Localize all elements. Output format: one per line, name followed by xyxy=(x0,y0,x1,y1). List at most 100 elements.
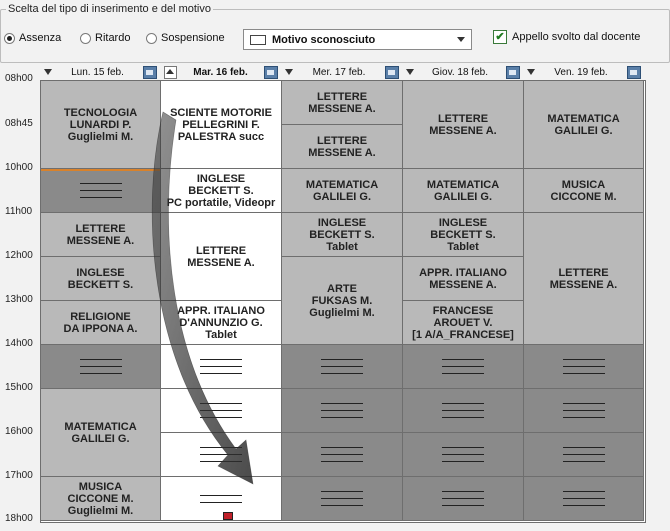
empty-slot[interactable] xyxy=(402,388,524,433)
lesson-teacher: CICCONE M. xyxy=(550,190,617,203)
empty-slot[interactable] xyxy=(523,344,644,389)
radio-assenza[interactable]: Assenza xyxy=(4,32,61,44)
radio-unselected-icon xyxy=(80,32,91,44)
lesson-lettere[interactable]: LETTERE MESSENE A. xyxy=(402,80,524,169)
lesson-subject: LETTERE xyxy=(195,244,247,257)
empty-slot[interactable] xyxy=(40,344,161,389)
lesson-teacher: FUKSAS M. xyxy=(311,294,373,307)
checkmark-icon: ✔ xyxy=(493,30,507,44)
lesson-religione[interactable]: RELIGIONE DA IPPONA A. xyxy=(40,300,161,345)
lesson-teacher: D'ANNUNZIO G. xyxy=(179,316,263,329)
slot-line xyxy=(442,454,484,455)
arrow-down-icon[interactable] xyxy=(406,69,414,75)
slot-line xyxy=(562,410,605,411)
calendar-icon[interactable] xyxy=(264,65,278,79)
empty-slot[interactable] xyxy=(160,388,282,433)
lesson-teacher: MESSENE A. xyxy=(66,234,135,247)
slot-line xyxy=(321,454,363,455)
lesson-francese[interactable]: FRANCESE AROUET V. [1 A/A_FRANCESE] xyxy=(402,300,524,345)
lesson-scienze-motorie[interactable]: SCIENTE MOTORIE PELLEGRINI F. PALESTRA s… xyxy=(160,80,282,169)
lesson-lettere[interactable]: LETTERE MESSENE A. xyxy=(40,212,161,257)
day-header-tue[interactable]: Mar. 16 feb. xyxy=(160,65,281,79)
slot-line xyxy=(79,190,122,191)
slot-line xyxy=(442,359,484,360)
lesson-appr-italiano[interactable]: APPR. ITALIANO D'ANNUNZIO G. Tablet xyxy=(160,300,282,345)
lesson-inglese[interactable]: INGLESE BECKETT S. Tablet xyxy=(402,212,524,257)
empty-slot[interactable] xyxy=(160,476,282,521)
lesson-teacher: GALILEI G. xyxy=(433,190,493,203)
radio-ritardo[interactable]: Ritardo xyxy=(80,32,130,44)
lesson-extra: PC portatile, Videopr xyxy=(166,196,276,209)
lesson-subject: LETTERE xyxy=(316,134,368,147)
lesson-lettere[interactable]: LETTERE MESSENE A. xyxy=(523,212,644,345)
calendar-icon[interactable] xyxy=(506,65,520,79)
empty-slot[interactable] xyxy=(523,476,644,521)
lesson-subject: LETTERE xyxy=(75,222,126,235)
lesson-arte[interactable]: ARTE FUKSAS M. Guglielmi M. xyxy=(281,256,403,345)
appello-checkbox[interactable]: ✔ Appello svolto dal docente xyxy=(493,30,640,44)
empty-slot[interactable] xyxy=(523,388,644,433)
lesson-matematica[interactable]: MATEMATICA GALILEI G. xyxy=(40,388,161,477)
day-label: Giov. 18 feb. xyxy=(432,66,488,78)
slot-line xyxy=(79,183,122,184)
calendar-icon[interactable] xyxy=(627,65,641,79)
lesson-subject: APPR. ITALIANO xyxy=(177,304,265,317)
slot-line xyxy=(562,366,605,367)
arrow-down-icon[interactable] xyxy=(44,69,52,75)
lesson-extra: Tablet xyxy=(447,240,479,253)
empty-slot[interactable] xyxy=(160,344,282,389)
slot-line xyxy=(321,461,363,462)
lesson-lettere[interactable]: LETTERE MESSENE A. xyxy=(281,80,403,125)
lesson-musica[interactable]: MUSICA CICCONE M. xyxy=(523,168,644,213)
lesson-inglese[interactable]: INGLESE BECKETT S. PC portatile, Videopr xyxy=(160,168,282,213)
slot-line xyxy=(562,359,605,360)
motivo-dropdown[interactable]: Motivo sconosciuto xyxy=(243,29,472,50)
time-label: 08h45 xyxy=(5,118,33,129)
lesson-extra: Tablet xyxy=(205,328,237,341)
arrow-down-icon[interactable] xyxy=(527,69,535,75)
empty-slot[interactable] xyxy=(281,388,403,433)
day-header-wed[interactable]: Mer. 17 feb. xyxy=(281,65,402,79)
day-header-thu[interactable]: Giov. 18 feb. xyxy=(402,65,523,79)
slot-line xyxy=(442,461,484,462)
calendar-icon[interactable] xyxy=(385,65,399,79)
empty-slot[interactable] xyxy=(40,168,161,213)
lesson-matematica[interactable]: MATEMATICA GALILEI G. xyxy=(523,80,644,169)
lesson-matematica[interactable]: MATEMATICA GALILEI G. xyxy=(281,168,403,213)
day-header-mon[interactable]: Lun. 15 feb. xyxy=(40,65,160,79)
lesson-matematica[interactable]: MATEMATICA GALILEI G. xyxy=(402,168,524,213)
empty-slot[interactable] xyxy=(402,432,524,477)
slot-line xyxy=(442,410,484,411)
lesson-tecnologia[interactable]: TECNOLOGIA LUNARDI P. Guglielmi M. xyxy=(40,80,161,169)
lesson-appr-italiano[interactable]: APPR. ITALIANO MESSENE A. xyxy=(402,256,524,301)
lesson-musica[interactable]: MUSICA CICCONE M. Guglielmi M. xyxy=(40,476,161,521)
empty-slot[interactable] xyxy=(402,476,524,521)
radio-sospensione[interactable]: Sospensione xyxy=(146,32,225,44)
slot-line xyxy=(321,366,363,367)
lesson-inglese[interactable]: INGLESE BECKETT S. xyxy=(40,256,161,301)
arrow-up-icon[interactable] xyxy=(164,65,177,79)
calendar-icon[interactable] xyxy=(143,65,157,79)
lesson-teacher: CICCONE M. xyxy=(67,492,134,505)
slot-line xyxy=(442,505,484,506)
lesson-subject: SCIENTE MOTORIE xyxy=(170,106,272,119)
time-label: 13h00 xyxy=(5,294,33,305)
empty-slot[interactable] xyxy=(160,432,282,477)
empty-slot[interactable] xyxy=(281,344,403,389)
empty-slot[interactable] xyxy=(523,432,644,477)
day-header-fri[interactable]: Ven. 19 feb. xyxy=(523,65,644,79)
lesson-subject: MUSICA xyxy=(78,480,123,493)
empty-slot[interactable] xyxy=(402,344,524,389)
lesson-inglese[interactable]: INGLESE BECKETT S. Tablet xyxy=(281,212,403,257)
empty-slot[interactable] xyxy=(281,476,403,521)
radio-unselected-icon xyxy=(146,32,157,44)
slot-line xyxy=(562,447,605,448)
motivo-color-swatch xyxy=(250,34,266,45)
arrow-down-icon[interactable] xyxy=(285,69,293,75)
lesson-lettere[interactable]: LETTERE MESSENE A. xyxy=(281,124,403,169)
lesson-lettere[interactable]: LETTERE MESSENE A. xyxy=(160,212,282,301)
chevron-down-icon xyxy=(457,37,465,42)
section-title: Scelta del tipo di inserimento e del mot… xyxy=(6,3,213,15)
slot-line xyxy=(200,403,242,404)
empty-slot[interactable] xyxy=(281,432,403,477)
